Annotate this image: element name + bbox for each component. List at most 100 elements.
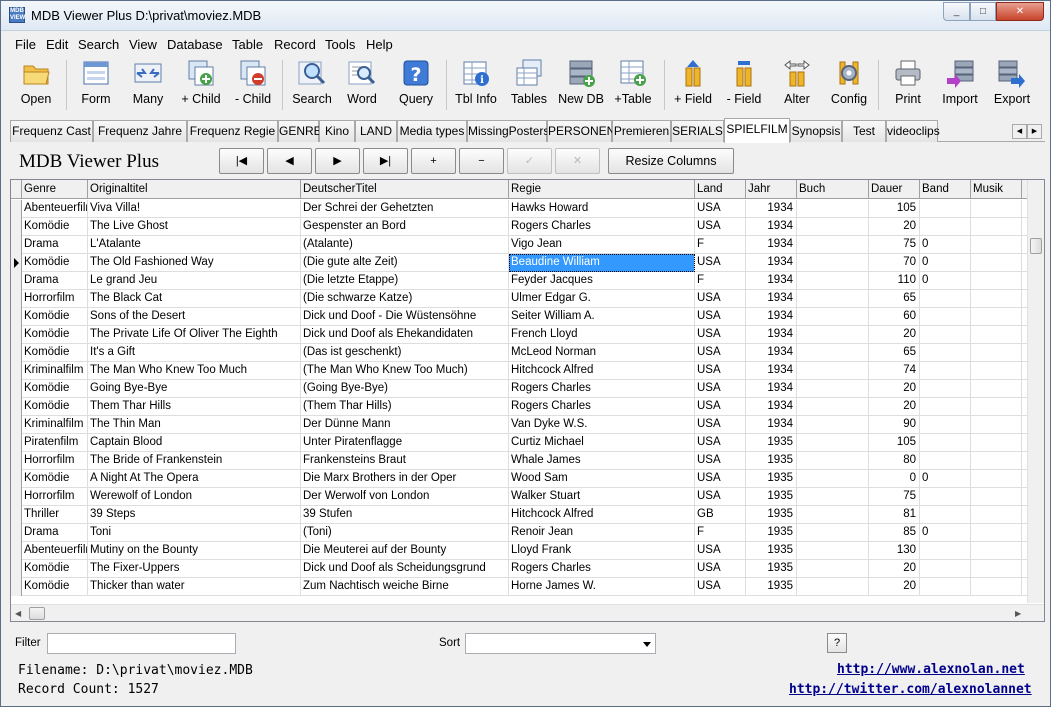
cell-jahr[interactable]: 1934 xyxy=(746,290,797,308)
cell-band[interactable] xyxy=(920,560,971,578)
alter-button[interactable]: Alter xyxy=(774,58,820,112)
cell-band[interactable] xyxy=(920,326,971,344)
delete-record-button[interactable]: − xyxy=(459,148,504,174)
cell-dauer[interactable]: 130 xyxy=(869,542,920,560)
table-row[interactable]: Abenteuerfilm Viva Villa! Der Schrei der G… xyxy=(11,200,1044,218)
cell-dauer[interactable]: 20 xyxy=(869,560,920,578)
cell-originaltitel[interactable]: Captain Blood xyxy=(88,434,301,452)
cell-genre[interactable]: Komödie xyxy=(22,398,88,416)
cell-dauer[interactable]: 20 xyxy=(869,326,920,344)
cell-originaltitel[interactable]: The Live Ghost xyxy=(88,218,301,236)
tab-videoclips[interactable]: videoclips xyxy=(886,120,940,142)
cell-band[interactable]: 0 xyxy=(920,524,971,542)
cell-buch[interactable] xyxy=(797,578,869,596)
cell-genre[interactable]: Drama xyxy=(22,236,88,254)
cell-dauer[interactable]: 74 xyxy=(869,362,920,380)
cell-jahr[interactable]: 1934 xyxy=(746,200,797,218)
cell-band[interactable] xyxy=(920,578,971,596)
cell-regie[interactable]: Walker Stuart xyxy=(509,488,695,506)
cell-land[interactable]: USA xyxy=(695,434,746,452)
table-row[interactable]: Drama L'Atalante (Atalante) Vigo Jean F 1934 7… xyxy=(11,236,1044,254)
tab-media-types[interactable]: Media types xyxy=(397,120,467,142)
cell-band[interactable] xyxy=(920,398,971,416)
column-header-buch[interactable]: Buch xyxy=(797,180,869,199)
row-indicator[interactable] xyxy=(11,380,22,398)
cell-jahr[interactable]: 1934 xyxy=(746,362,797,380)
cell-genre[interactable]: Komödie xyxy=(22,308,88,326)
cell-dauer[interactable]: 65 xyxy=(869,344,920,362)
cell-land[interactable]: USA xyxy=(695,362,746,380)
cell-originaltitel[interactable]: The Old Fashioned Way xyxy=(88,254,301,272)
query-button[interactable]: ? Query xyxy=(393,58,439,112)
cell-genre[interactable]: Drama xyxy=(22,272,88,290)
row-indicator[interactable] xyxy=(11,578,22,596)
cell-musik[interactable] xyxy=(971,524,1022,542)
cell-musik[interactable] xyxy=(971,236,1022,254)
cell-deutschertitel[interactable]: Der Dünne Mann xyxy=(301,416,509,434)
cell-jahr[interactable]: 1934 xyxy=(746,326,797,344)
cell-band[interactable] xyxy=(920,416,971,434)
cell-musik[interactable] xyxy=(971,560,1022,578)
cell-regie[interactable]: Feyder Jacques xyxy=(509,272,695,290)
row-indicator[interactable] xyxy=(11,290,22,308)
cell-deutschertitel[interactable]: Dick und Doof als Ehekandidaten xyxy=(301,326,509,344)
row-indicator[interactable] xyxy=(11,452,22,470)
menu-view[interactable]: View xyxy=(129,37,157,52)
cell-genre[interactable]: Komödie xyxy=(22,470,88,488)
cell-originaltitel[interactable]: Mutiny on the Bounty xyxy=(88,542,301,560)
cell-deutschertitel[interactable]: (Die gute alte Zeit) xyxy=(301,254,509,272)
column-header-deutschertitel[interactable]: DeutscherTitel xyxy=(301,180,509,199)
cell-regie[interactable]: Hawks Howard xyxy=(509,200,695,218)
table-row[interactable]: Horrorfilm The Black Cat (Die schwarze Kat… xyxy=(11,290,1044,308)
cell-regie[interactable]: Vigo Jean xyxy=(509,236,695,254)
cell-land[interactable]: USA xyxy=(695,326,746,344)
vertical-scroll-thumb[interactable] xyxy=(1030,238,1042,254)
cell-originaltitel[interactable]: Viva Villa! xyxy=(88,200,301,218)
cell-buch[interactable] xyxy=(797,290,869,308)
cell-land[interactable]: USA xyxy=(695,416,746,434)
prior-record-button[interactable]: ◀ xyxy=(267,148,312,174)
maximize-button[interactable]: □ xyxy=(970,2,996,21)
cell-originaltitel[interactable]: The Bride of Frankenstein xyxy=(88,452,301,470)
cell-musik[interactable] xyxy=(971,290,1022,308)
cell-buch[interactable] xyxy=(797,488,869,506)
cell-regie[interactable]: Van Dyke W.S. xyxy=(509,416,695,434)
row-indicator[interactable] xyxy=(11,344,22,362)
cell-jahr[interactable]: 1935 xyxy=(746,560,797,578)
row-indicator[interactable] xyxy=(11,470,22,488)
cell-buch[interactable] xyxy=(797,272,869,290)
row-indicator[interactable] xyxy=(11,272,22,290)
cell-originaltitel[interactable]: Werewolf of London xyxy=(88,488,301,506)
cell-genre[interactable]: Komödie xyxy=(22,326,88,344)
resize-columns-button[interactable]: Resize Columns xyxy=(608,148,734,174)
cell-deutschertitel[interactable]: Der Werwolf von London xyxy=(301,488,509,506)
cell-deutschertitel[interactable]: Gespenster an Bord xyxy=(301,218,509,236)
cell-jahr[interactable]: 1934 xyxy=(746,218,797,236)
cell-dauer[interactable]: 75 xyxy=(869,236,920,254)
cell-musik[interactable] xyxy=(971,506,1022,524)
cell-deutschertitel[interactable]: Dick und Doof - Die Wüstensöhne xyxy=(301,308,509,326)
cell-deutschertitel[interactable]: 39 Stufen xyxy=(301,506,509,524)
table-row[interactable]: Drama Toni (Toni) Renoir Jean F 1935 85 0 xyxy=(11,524,1044,542)
row-indicator[interactable] xyxy=(11,506,22,524)
cell-originaltitel[interactable]: Them Thar Hills xyxy=(88,398,301,416)
cell-genre[interactable]: Piratenfilm xyxy=(22,434,88,452)
row-indicator[interactable] xyxy=(11,524,22,542)
last-record-button[interactable]: ▶| xyxy=(363,148,408,174)
cell-land[interactable]: USA xyxy=(695,452,746,470)
cell-jahr[interactable]: 1934 xyxy=(746,272,797,290)
menu-record[interactable]: Record xyxy=(274,37,316,52)
cell-dauer[interactable]: 90 xyxy=(869,416,920,434)
cell-regie[interactable]: Ulmer Edgar G. xyxy=(509,290,695,308)
table-row[interactable]: Komödie Going Bye-Bye (Going Bye-Bye) Roger… xyxy=(11,380,1044,398)
row-indicator[interactable] xyxy=(11,560,22,578)
table-row[interactable]: Abenteuerfilm Mutiny on the Bounty Die Meu… xyxy=(11,542,1044,560)
menu-tools[interactable]: Tools xyxy=(325,37,355,52)
tab-frequenz-regie[interactable]: Frequenz Regie xyxy=(187,120,278,142)
cell-land[interactable]: USA xyxy=(695,344,746,362)
cell-deutschertitel[interactable]: Die Meuterei auf der Bounty xyxy=(301,542,509,560)
menu-file[interactable]: File xyxy=(15,37,36,52)
cell-land[interactable]: USA xyxy=(695,380,746,398)
cell-originaltitel[interactable]: The Fixer-Uppers xyxy=(88,560,301,578)
cell-land[interactable]: USA xyxy=(695,308,746,326)
